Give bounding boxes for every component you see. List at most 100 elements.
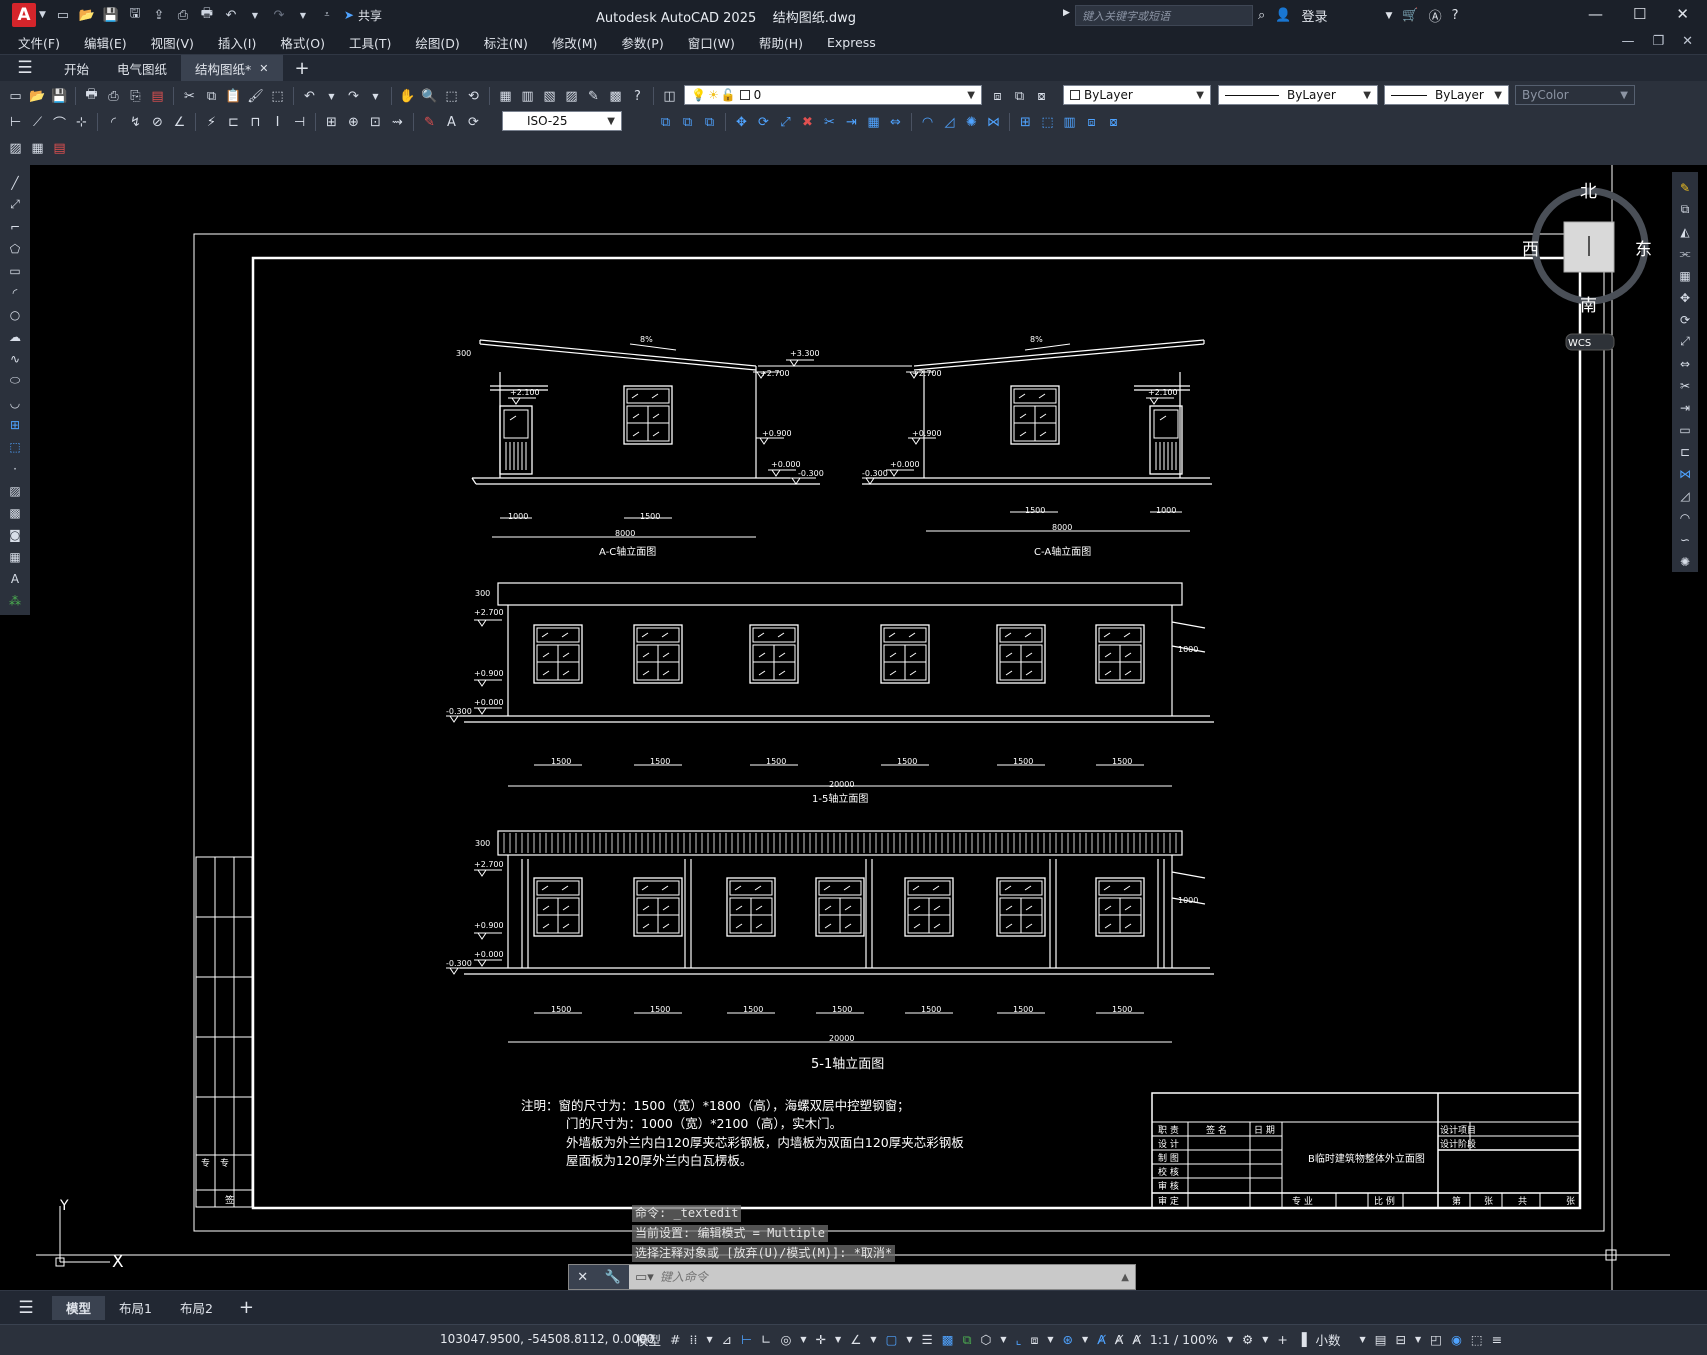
selection-filter-icon[interactable]: ⧈ xyxy=(1030,1332,1038,1348)
lock-ui-dropdown-icon[interactable]: ▼ xyxy=(1415,1335,1421,1344)
scale-icon[interactable]: ⤢ xyxy=(1676,332,1695,351)
calculator-icon[interactable]: ▩ xyxy=(606,87,625,106)
new-layout-icon[interactable]: + xyxy=(227,1297,266,1318)
annotation-scale-icon[interactable]: Ⱥ xyxy=(1132,1332,1141,1347)
tab-layout1[interactable]: 布局1 xyxy=(105,1296,166,1320)
stretch-icon[interactable]: ⇔ xyxy=(886,113,905,132)
trim-icon[interactable]: ✂ xyxy=(820,113,839,132)
object-snap-dropdown-icon[interactable]: ▼ xyxy=(906,1335,912,1344)
infer-constraints-icon[interactable]: ⊿ xyxy=(722,1332,732,1347)
polygon-icon[interactable]: ⬠ xyxy=(6,239,25,258)
menu-draw[interactable]: 绘图(D) xyxy=(415,33,459,52)
ordinate-dim-icon[interactable]: ⊹ xyxy=(72,113,91,132)
construction-line-icon[interactable]: ⤢ xyxy=(6,195,25,214)
search-input[interactable]: 键入关键字或短语 xyxy=(1075,5,1253,26)
cart-icon[interactable]: 🛒 xyxy=(1402,8,1418,23)
add-selected-icon[interactable]: ⁂ xyxy=(6,591,25,610)
radius-dim-icon[interactable]: ◜ xyxy=(104,113,123,132)
ellipse-arc-icon[interactable]: ◡ xyxy=(6,393,25,412)
offset-icon[interactable]: ⧉ xyxy=(700,113,719,132)
array-icon[interactable]: ▦ xyxy=(1676,266,1695,285)
hardware-acceleration-icon[interactable]: ◉ xyxy=(1451,1332,1462,1347)
rotate-icon[interactable]: ⟳ xyxy=(754,113,773,132)
trim-icon[interactable]: ✂ xyxy=(1676,376,1695,395)
transparency-icon[interactable]: ▩ xyxy=(942,1332,954,1347)
dimstyle-dropdown[interactable]: ISO-25 ▼ xyxy=(502,111,622,131)
dynamic-ucs-icon[interactable]: ⌞ xyxy=(1016,1332,1022,1347)
aligned-dim-icon[interactable]: ⟋ xyxy=(28,113,47,132)
file-tab-menu-icon[interactable]: ☰ xyxy=(0,55,50,81)
fillet-icon[interactable]: ◠ xyxy=(1676,508,1695,527)
pan-icon[interactable]: ✋ xyxy=(398,87,417,106)
customization-icon[interactable]: ≡ xyxy=(1492,1332,1502,1347)
menu-format[interactable]: 格式(O) xyxy=(280,33,325,52)
cut-icon[interactable]: ✂ xyxy=(180,87,199,106)
customize-command-icon[interactable]: 🔧 xyxy=(605,1270,621,1285)
units-icon[interactable]: ▐ xyxy=(1297,1332,1307,1347)
insert-block-icon[interactable]: ⊞ xyxy=(1016,113,1035,132)
quick-properties-icon[interactable]: ▤ xyxy=(1375,1332,1387,1347)
array-icon[interactable]: ▦ xyxy=(864,113,883,132)
explode-icon[interactable]: ✺ xyxy=(962,113,981,132)
linear-dim-icon[interactable]: ⊢ xyxy=(6,113,25,132)
lineweight-dropdown[interactable]: ByLayer ▼ xyxy=(1384,85,1509,105)
tab-model[interactable]: 模型 xyxy=(52,1295,106,1320)
command-history-toggle-icon[interactable]: ▲ xyxy=(1121,1272,1129,1283)
explode-icon[interactable]: ✺ xyxy=(1676,552,1695,571)
isodraft-dropdown-icon[interactable]: ▼ xyxy=(835,1335,841,1344)
new-icon[interactable]: ▭ xyxy=(54,6,72,24)
3d-osnap-icon[interactable]: ⬡ xyxy=(981,1332,992,1347)
zoom-previous-icon[interactable]: ⟲ xyxy=(464,87,483,106)
selection-cycling-icon[interactable]: ⧉ xyxy=(963,1332,972,1348)
redo-icon[interactable]: ↷ xyxy=(270,6,288,24)
rectangle-icon[interactable]: ▭ xyxy=(6,261,25,280)
paste-icon[interactable]: 📋 xyxy=(224,87,243,106)
break-at-point-icon[interactable]: ▭ xyxy=(1676,420,1695,439)
layer-previous-icon[interactable]: ⧉ xyxy=(1010,87,1029,106)
join-icon[interactable]: ⋈ xyxy=(984,113,1003,132)
menu-help[interactable]: 帮助(H) xyxy=(759,33,803,52)
fillet-icon[interactable]: ◠ xyxy=(918,113,937,132)
isolate-objects-icon[interactable]: ◰ xyxy=(1430,1332,1442,1347)
redo-icon[interactable]: ↷ xyxy=(344,87,363,106)
region-icon[interactable]: ◙ xyxy=(6,525,25,544)
snap-icon[interactable]: ⁞⁞ xyxy=(690,1332,698,1347)
login-button[interactable]: 登录 xyxy=(1301,6,1327,25)
undo-dropdown-icon[interactable]: ▼ xyxy=(246,6,264,24)
object-snap-icon[interactable]: ▢ xyxy=(886,1332,898,1347)
scale-dropdown-icon[interactable]: ▼ xyxy=(1227,1335,1233,1344)
save-icon[interactable]: 💾 xyxy=(50,87,69,106)
layout-menu-icon[interactable]: ☰ xyxy=(0,1298,52,1318)
autodesk-app-icon[interactable]: Ⓐ xyxy=(1429,6,1442,25)
search-expand-icon[interactable]: ▶ xyxy=(1063,8,1070,18)
tab-start[interactable]: 开始 xyxy=(50,55,103,81)
linetype-dropdown[interactable]: ByLayer ▼ xyxy=(1218,85,1378,105)
menu-file[interactable]: 文件(F) xyxy=(18,33,60,52)
snap-dropdown-icon[interactable]: ▼ xyxy=(706,1335,712,1344)
workspace-gear-icon[interactable]: ⚙ xyxy=(1242,1332,1253,1347)
dim-space-icon[interactable]: Ⅰ xyxy=(268,113,287,132)
units-value[interactable]: 小数 xyxy=(1316,1330,1341,1349)
plot-icon[interactable]: 🖶 xyxy=(198,6,216,24)
inspection-icon[interactable]: ⊡ xyxy=(366,113,385,132)
menu-parametric[interactable]: 参数(P) xyxy=(621,33,663,52)
menu-express[interactable]: Express xyxy=(827,35,876,50)
offset-icon[interactable]: ⫘ xyxy=(1676,244,1695,263)
gizmo-dropdown-icon[interactable]: ▼ xyxy=(1082,1335,1088,1344)
model-space-button[interactable]: 模型 xyxy=(636,1330,661,1349)
table-edit-icon[interactable]: ▦ xyxy=(28,139,47,158)
new-icon[interactable]: ▭ xyxy=(6,87,25,106)
publish-icon[interactable]: ⎘ xyxy=(126,87,145,106)
help-icon[interactable]: ? xyxy=(628,87,647,106)
web-save-icon[interactable]: ⇪ xyxy=(150,6,168,24)
tolerance-icon[interactable]: ⊞ xyxy=(322,113,341,132)
polar-dropdown-icon[interactable]: ▼ xyxy=(800,1335,806,1344)
rotate-icon[interactable]: ⟳ xyxy=(1676,310,1695,329)
units-dropdown-icon[interactable]: ▼ xyxy=(1360,1335,1366,1344)
mirror-icon[interactable]: ◭ xyxy=(1676,222,1695,241)
make-current-icon[interactable]: ⧈ xyxy=(988,87,1007,106)
dynamic-input-icon[interactable]: ⊢ xyxy=(741,1332,752,1347)
continue-dim-icon[interactable]: ⊓ xyxy=(246,113,265,132)
arc-icon[interactable]: ◜ xyxy=(6,283,25,302)
sheet-set-icon[interactable]: ▨ xyxy=(562,87,581,106)
